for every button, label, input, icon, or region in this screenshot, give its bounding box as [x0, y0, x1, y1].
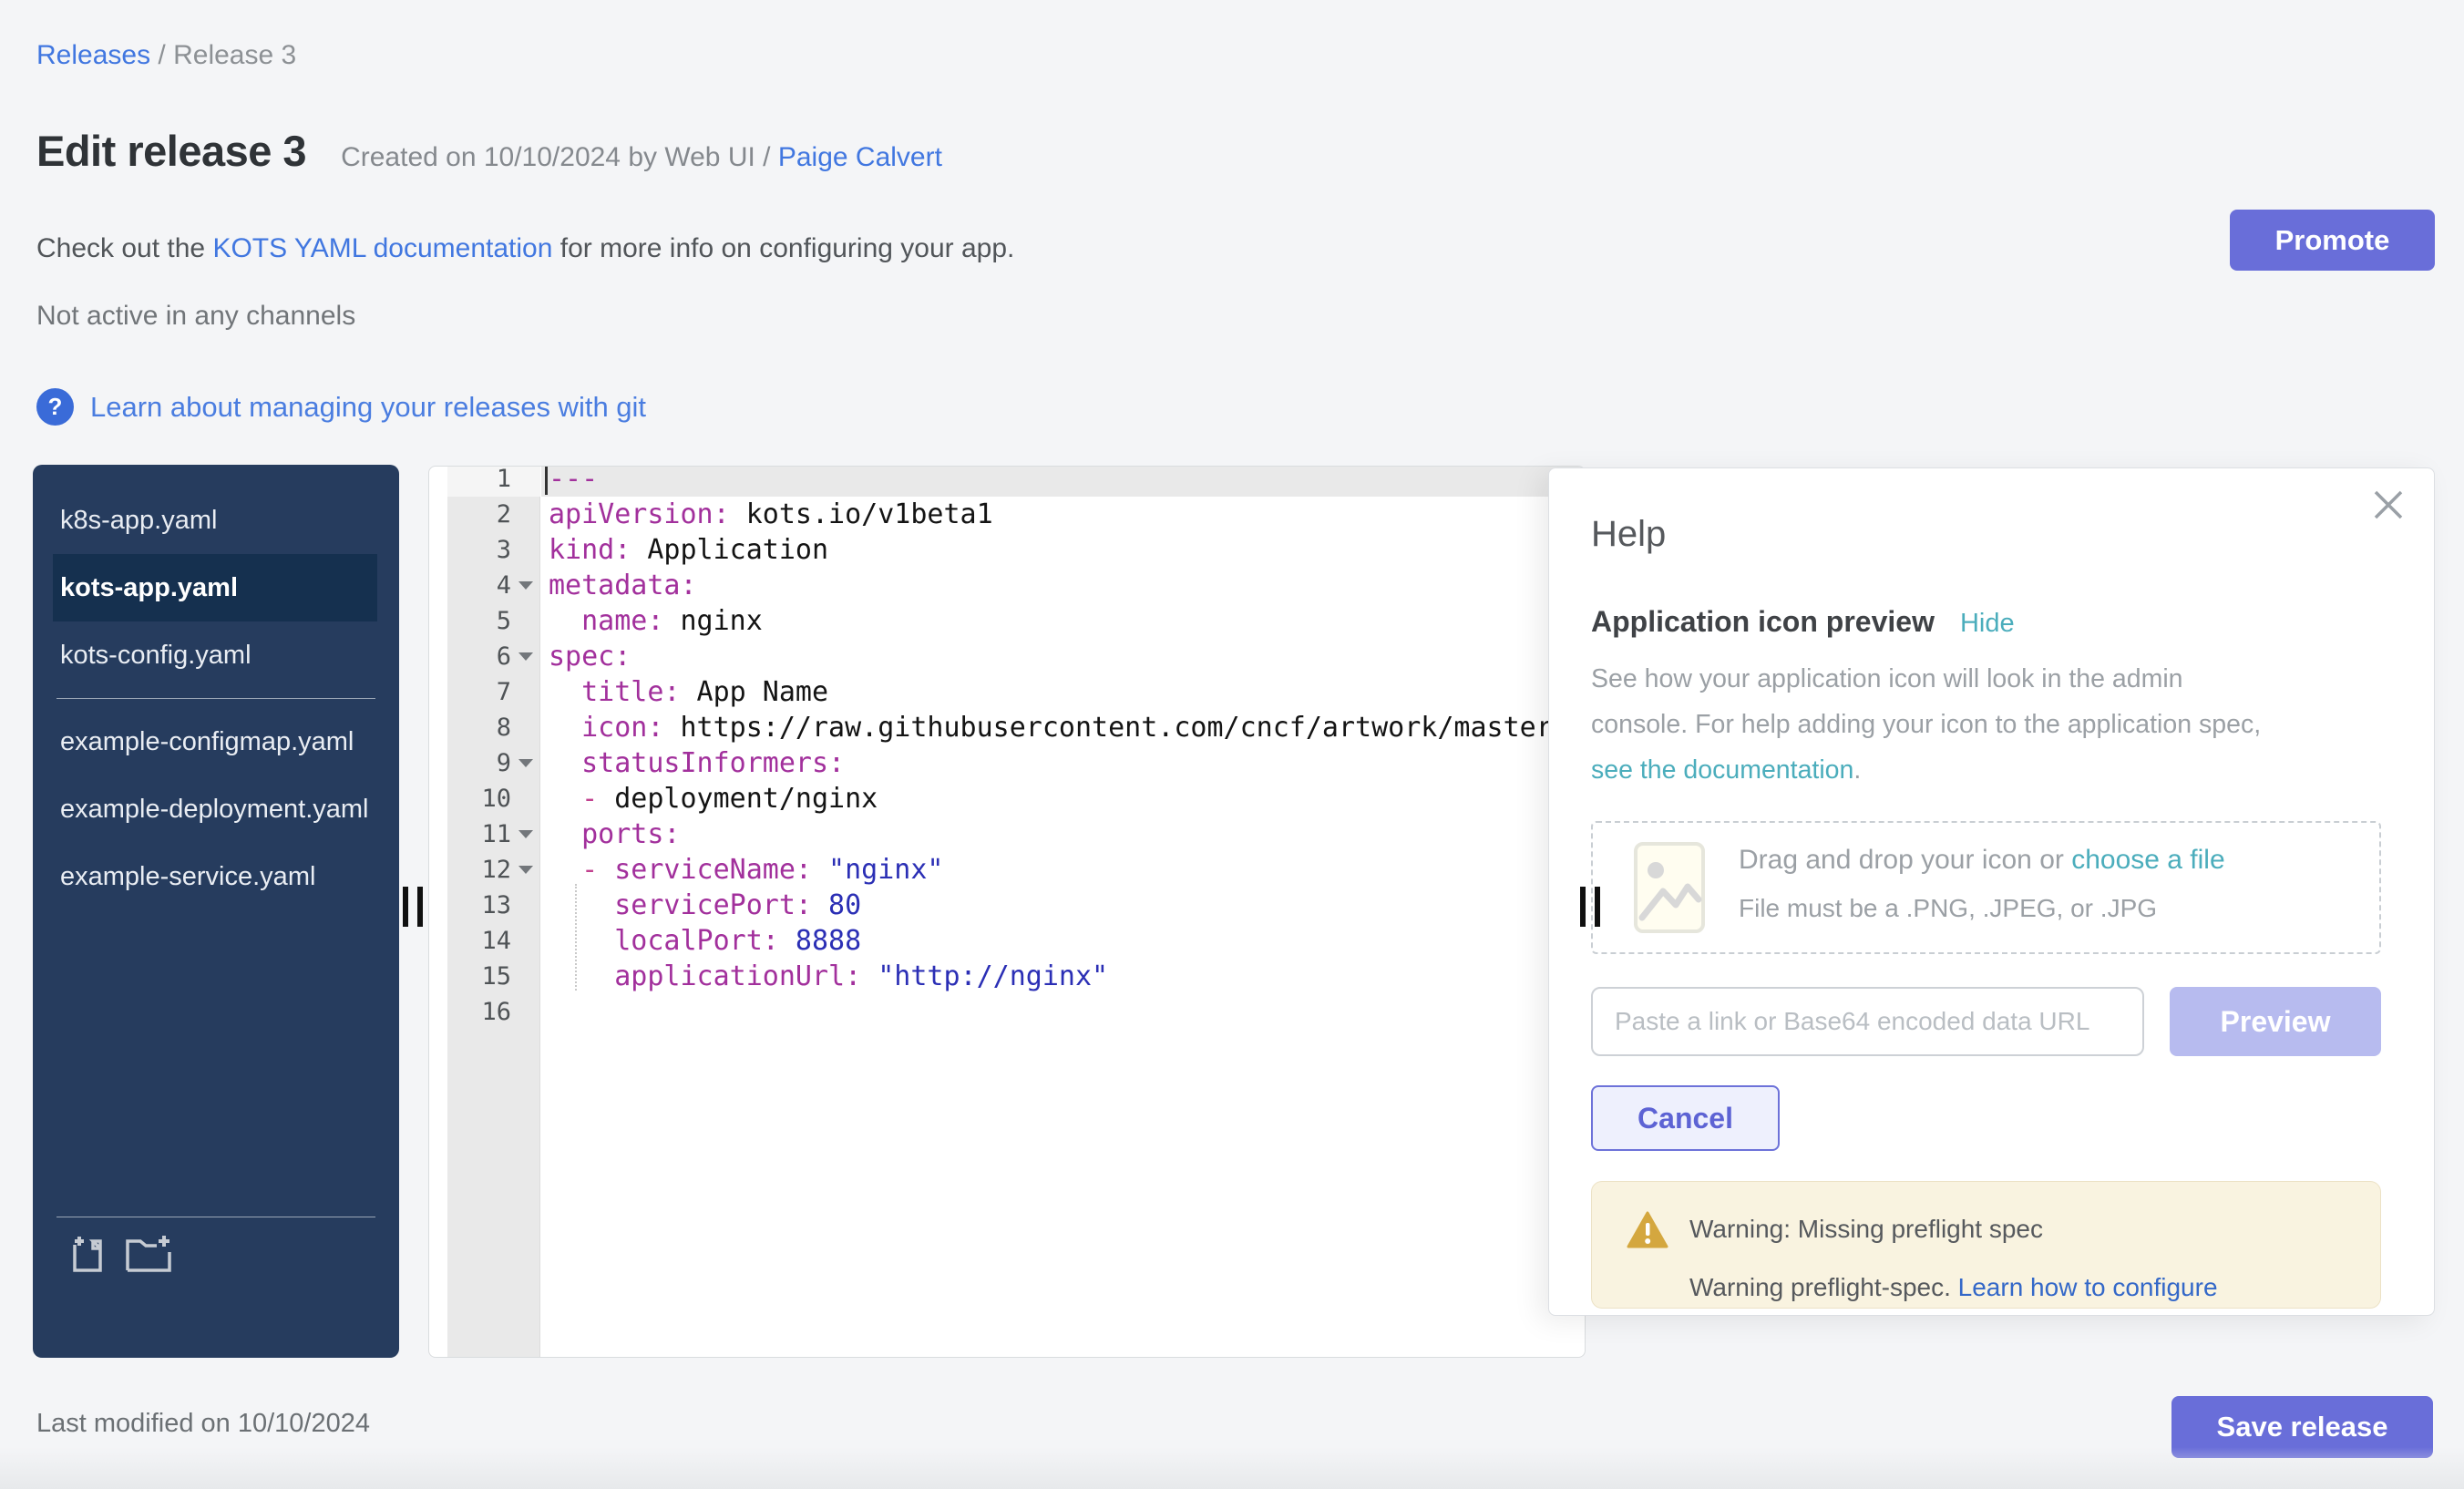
docs-hint-line: Check out the KOTS YAML documentation fo…: [36, 233, 1014, 264]
breadcrumb: Releases / Release 3: [36, 40, 296, 71]
gutter-line-2: 2: [447, 497, 540, 532]
kots-yaml-docs-link[interactable]: KOTS YAML documentation: [212, 233, 552, 263]
code-line-13[interactable]: servicePort: 80: [541, 888, 1585, 923]
yaml-editor[interactable]: 12345678910111213141516 ---apiVersion: k…: [428, 466, 1586, 1358]
gutter-line-16: 16: [447, 994, 540, 1030]
help-panel: Help Application icon preview Hide See h…: [1548, 467, 2435, 1316]
file-sidebar: k8s-app.yamlkots-app.yamlkots-config.yam…: [33, 465, 399, 1358]
gutter-line-10: 10: [447, 781, 540, 816]
gutter-line-8: 8: [447, 710, 540, 745]
question-mark-icon: ?: [36, 388, 74, 426]
save-release-button[interactable]: Save release: [2171, 1396, 2433, 1458]
author-link[interactable]: Paige Calvert: [778, 142, 942, 172]
indent-guide: [575, 884, 577, 991]
code-line-14[interactable]: localPort: 8888: [541, 923, 1585, 959]
code-line-6[interactable]: spec:: [541, 639, 1585, 674]
code-line-4[interactable]: metadata:: [541, 568, 1585, 603]
file-list-divider: [56, 698, 375, 699]
page-header: Edit release 3 Created on 10/10/2024 by …: [36, 126, 942, 176]
sidebar-resize-handle[interactable]: [403, 887, 425, 927]
dropzone-text: Drag and drop your icon or choose a file: [1739, 845, 2225, 876]
fold-arrow-icon[interactable]: [518, 866, 533, 874]
choose-file-link[interactable]: choose a file: [2071, 845, 2224, 875]
breadcrumb-current: Release 3: [173, 40, 296, 70]
file-list: k8s-app.yamlkots-app.yamlkots-config.yam…: [33, 465, 399, 910]
code-line-8[interactable]: icon: https://raw.githubusercontent.com/…: [541, 710, 1585, 745]
close-icon[interactable]: [2368, 485, 2408, 525]
sidebar-footer: [56, 1217, 375, 1274]
release-editor-screen: Releases / Release 3 Edit release 3 Crea…: [0, 0, 2464, 1489]
code-line-9[interactable]: statusInformers:: [541, 745, 1585, 781]
gutter-line-13: 13: [447, 888, 540, 923]
file-item-k8s-app.yaml[interactable]: k8s-app.yaml: [53, 487, 377, 554]
breadcrumb-releases-link[interactable]: Releases: [36, 40, 150, 70]
code-line-3[interactable]: kind: Application: [541, 532, 1585, 568]
preview-button[interactable]: Preview: [2170, 987, 2381, 1056]
gutter-line-14: 14: [447, 923, 540, 959]
fold-arrow-icon[interactable]: [518, 830, 533, 838]
gutter-line-9: 9: [447, 745, 540, 781]
gutter-line-4: 4: [447, 568, 540, 603]
editor-gutter-rows: 12345678910111213141516: [447, 466, 540, 1030]
gutter-line-7: 7: [447, 674, 540, 710]
breadcrumb-separator: /: [158, 40, 173, 70]
code-line-10[interactable]: - deployment/nginx: [541, 781, 1585, 816]
icon-preview-title: Application icon preview: [1591, 605, 1935, 639]
release-created-meta: Created on 10/10/2024 by Web UI / Paige …: [341, 142, 942, 173]
add-file-icon[interactable]: [66, 1232, 108, 1274]
gutter-line-11: 11: [447, 816, 540, 852]
channel-status: Not active in any channels: [36, 301, 355, 332]
icon-url-input[interactable]: [1591, 987, 2144, 1056]
gutter-line-12: 12: [447, 852, 540, 888]
code-line-11[interactable]: ports:: [541, 816, 1585, 852]
help-panel-resize-handle[interactable]: [1580, 887, 1602, 927]
file-item-example-deployment.yaml[interactable]: example-deployment.yaml: [53, 775, 377, 843]
gutter-line-6: 6: [447, 639, 540, 674]
promote-button[interactable]: Promote: [2230, 210, 2435, 271]
code-line-2[interactable]: apiVersion: kots.io/v1beta1: [541, 497, 1585, 532]
file-item-kots-app.yaml[interactable]: kots-app.yaml: [53, 554, 377, 621]
gutter-line-5: 5: [447, 603, 540, 639]
icon-preview-section-header: Application icon preview Hide: [1591, 605, 2015, 639]
see-documentation-link[interactable]: see the documentation: [1591, 755, 1853, 785]
help-panel-title: Help: [1591, 514, 1666, 555]
dropzone-filetypes: File must be a .PNG, .JPEG, or .JPG: [1739, 894, 2157, 923]
gutter-line-1: 1: [447, 466, 540, 497]
code-line-15[interactable]: applicationUrl: "http://nginx": [541, 959, 1585, 994]
warning-detail: Warning preflight-spec. Learn how to con…: [1689, 1273, 2218, 1302]
fold-arrow-icon[interactable]: [518, 759, 533, 767]
image-placeholder-icon: [1633, 841, 1706, 939]
git-help-link[interactable]: Learn about managing your releases with …: [90, 391, 646, 424]
preflight-warning-banner: Warning: Missing preflight spec Warning …: [1591, 1181, 2381, 1309]
code-line-12[interactable]: - serviceName: "nginx": [541, 852, 1585, 888]
warning-triangle-icon: [1627, 1211, 1668, 1254]
fold-arrow-icon[interactable]: [518, 581, 533, 590]
editor-code[interactable]: ---apiVersion: kots.io/v1beta1kind: Appl…: [541, 466, 1585, 1030]
warning-title: Warning: Missing preflight spec: [1689, 1215, 2043, 1244]
icon-preview-description: See how your application icon will look …: [1591, 656, 2347, 793]
add-folder-icon[interactable]: [124, 1232, 173, 1274]
fold-arrow-icon[interactable]: [518, 652, 533, 661]
file-item-kots-config.yaml[interactable]: kots-config.yaml: [53, 621, 377, 689]
page-title: Edit release 3: [36, 126, 306, 176]
code-line-7[interactable]: title: App Name: [541, 674, 1585, 710]
gutter-line-15: 15: [447, 959, 540, 994]
git-help-row: ? Learn about managing your releases wit…: [36, 388, 646, 426]
learn-how-to-configure-link[interactable]: Learn how to configure: [1958, 1273, 2218, 1301]
editor-caret: [545, 467, 548, 495]
icon-dropzone[interactable]: Drag and drop your icon or choose a file…: [1591, 821, 2381, 954]
hide-link[interactable]: Hide: [1960, 609, 2015, 639]
code-line-16[interactable]: [541, 994, 1585, 1030]
cancel-button[interactable]: Cancel: [1591, 1085, 1780, 1151]
code-line-1[interactable]: ---: [541, 466, 1585, 497]
code-line-5[interactable]: name: nginx: [541, 603, 1585, 639]
file-item-example-service.yaml[interactable]: example-service.yaml: [53, 843, 377, 910]
last-modified-text: Last modified on 10/10/2024: [36, 1409, 370, 1439]
gutter-line-3: 3: [447, 532, 540, 568]
file-item-example-configmap.yaml[interactable]: example-configmap.yaml: [53, 708, 377, 775]
